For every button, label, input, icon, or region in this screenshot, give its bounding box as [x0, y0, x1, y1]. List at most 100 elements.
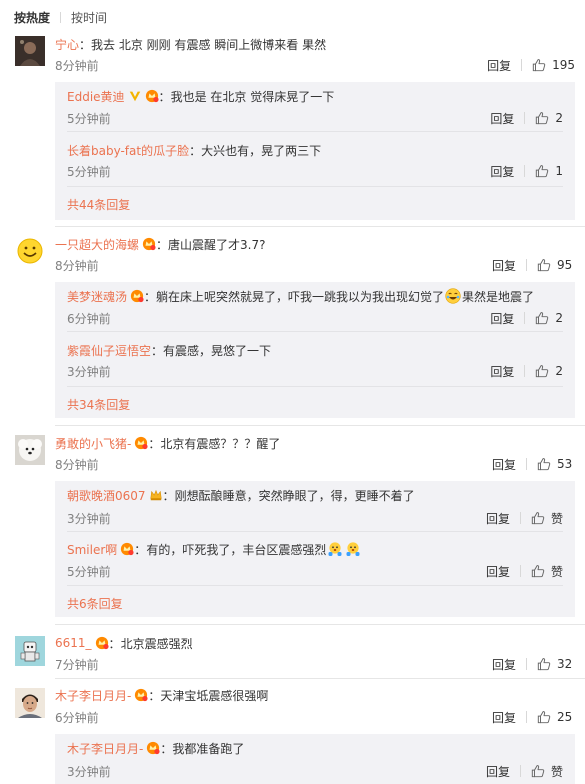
reply-button[interactable]: 回复	[490, 163, 514, 180]
comment-actions: 回复 195	[487, 57, 575, 74]
member-badge-icon	[134, 436, 148, 450]
comment-content: 勇敢的小飞猪- ： 北京有震感？？？醒了	[55, 435, 280, 451]
colon: ：	[134, 542, 147, 557]
thumbs-up-icon[interactable]	[537, 710, 551, 724]
colon: ：	[158, 89, 171, 104]
comment-divider	[55, 226, 585, 227]
like-count: 53	[557, 457, 573, 471]
like-count: 195	[552, 58, 575, 72]
colon: ：	[144, 289, 157, 304]
avatar[interactable]	[15, 636, 45, 666]
reply-username[interactable]: 朝歌晚酒0607	[67, 487, 146, 504]
scared-emoji-icon	[327, 541, 343, 557]
reply-time: 3分钟前	[67, 511, 111, 526]
colon: ：	[148, 688, 161, 703]
action-divider	[526, 658, 527, 670]
reply-username[interactable]: 长着baby-fat的瓜子脸	[67, 142, 189, 159]
reply-button[interactable]: 回复	[490, 310, 514, 327]
reply-username[interactable]: 紫霞仙子逗悟空	[67, 342, 151, 359]
view-more-replies-link[interactable]: 共44条回复	[67, 196, 130, 212]
view-more-replies-link[interactable]: 共6条回复	[67, 595, 123, 611]
view-more-replies-link[interactable]: 共34条回复	[67, 396, 130, 412]
comment-content: 木子李日月月- ： 天津宝坻震感很强啊	[55, 687, 268, 703]
reply-button[interactable]: 回复	[492, 456, 516, 473]
thumbs-up-icon[interactable]	[535, 364, 549, 378]
action-divider	[521, 59, 523, 71]
thumbs-up-icon[interactable]	[537, 657, 551, 671]
like-label[interactable]: 赞	[551, 563, 563, 580]
comment-actions: 回复 95	[492, 257, 575, 274]
thumbs-up-icon[interactable]	[532, 58, 546, 72]
comment-username[interactable]: 6611_	[55, 636, 92, 650]
thumbs-up-icon[interactable]	[535, 311, 549, 325]
reply-text: 有震感，晃悠了一下	[163, 343, 272, 358]
colon: ：	[162, 488, 175, 503]
thumbs-up-icon[interactable]	[531, 564, 545, 578]
like-count: 25	[557, 710, 573, 724]
comment-username[interactable]: 宁心	[55, 36, 79, 53]
thumbs-up-icon[interactable]	[531, 511, 545, 525]
comment-divider	[55, 624, 585, 625]
thumbs-up-icon[interactable]	[535, 111, 549, 125]
colon: ：	[108, 636, 121, 651]
reply-button[interactable]: 回复	[486, 763, 510, 780]
reply-list: Eddie黄迪 ： 我也是 在北京 觉得床晃了一下 5分钟前 回复 2 长着ba…	[55, 82, 575, 220]
member-badge-icon	[95, 636, 109, 650]
like-count: 32	[557, 657, 573, 671]
reply-divider	[67, 131, 563, 132]
reply-button[interactable]: 回复	[492, 257, 516, 274]
reply-button[interactable]: 回复	[490, 363, 514, 380]
avatar[interactable]	[15, 236, 45, 266]
reply-divider	[67, 331, 563, 332]
sort-by-time-tab[interactable]: 按时间	[71, 9, 107, 26]
reply-button[interactable]: 回复	[492, 709, 516, 726]
reply-list: 朝歌晚酒0607 ： 刚想酝酿睡意，突然睁眼了，得，更睡不着了 3分钟前 回复 …	[55, 481, 575, 617]
reply-button[interactable]: 回复	[490, 110, 514, 127]
comment-username[interactable]: 木子李日月月-	[55, 687, 131, 704]
avatar[interactable]	[15, 435, 45, 465]
scared-emoji-icon	[345, 541, 361, 557]
member-badge-icon	[130, 289, 144, 303]
colon: ：	[160, 741, 173, 756]
reply-text: 有的，吓死我了，丰台区震感强烈	[146, 542, 327, 557]
member-badge-icon	[120, 542, 134, 556]
action-divider	[519, 565, 521, 577]
v-badge-icon	[128, 89, 142, 103]
crown-badge-icon	[149, 488, 163, 502]
reply-username[interactable]: Smiler啊	[67, 541, 117, 558]
reply-time: 6分钟前	[67, 311, 111, 326]
reply-username[interactable]: 木子李日月月-	[67, 740, 143, 757]
reply-button[interactable]: 回复	[486, 510, 510, 527]
reply-time: 3分钟前	[67, 364, 111, 379]
comment-username[interactable]: 勇敢的小飞猪-	[55, 435, 131, 452]
sort-by-hot-tab[interactable]: 按热度	[14, 9, 50, 26]
thumbs-up-icon[interactable]	[537, 258, 551, 272]
reply-button[interactable]: 回复	[492, 656, 516, 673]
comment-actions: 回复 53	[492, 456, 575, 473]
comment-time: 8分钟前	[55, 58, 99, 73]
reply-text: 我也是 在北京 觉得床晃了一下	[170, 89, 335, 104]
reply-divider	[67, 531, 563, 532]
thumbs-up-icon[interactable]	[537, 457, 551, 471]
reply-list: 美梦迷魂汤 ： 躺在床上呢突然就晃了，吓我一跳我以为我出现幻觉了 果然是地震了 …	[55, 282, 575, 418]
avatar[interactable]	[15, 36, 45, 66]
thumbs-up-icon[interactable]	[531, 764, 545, 778]
action-divider	[519, 765, 521, 777]
reply-text: 躺在床上呢突然就晃了，吓我一跳我以为我出现幻觉了	[156, 289, 445, 304]
thumbs-up-icon[interactable]	[535, 164, 549, 178]
like-count: 95	[557, 258, 573, 272]
action-divider	[526, 458, 527, 470]
colon: ：	[79, 37, 92, 52]
comment-username[interactable]: 一只超大的海螺	[55, 236, 139, 253]
like-label[interactable]: 赞	[551, 510, 563, 527]
reply-button[interactable]: 回复	[486, 563, 510, 580]
reply-username[interactable]: 美梦迷魂汤	[67, 288, 127, 305]
reply-button[interactable]: 回复	[487, 57, 511, 74]
like-label[interactable]: 赞	[551, 763, 563, 780]
comment-time: 8分钟前	[55, 457, 99, 472]
laughing-crying-emoji-icon	[445, 288, 461, 304]
reply-username[interactable]: Eddie黄迪	[67, 88, 125, 105]
comment-text: 天津宝坻震感很强啊	[160, 688, 269, 703]
avatar[interactable]	[15, 688, 45, 718]
like-count: 2	[555, 311, 563, 325]
